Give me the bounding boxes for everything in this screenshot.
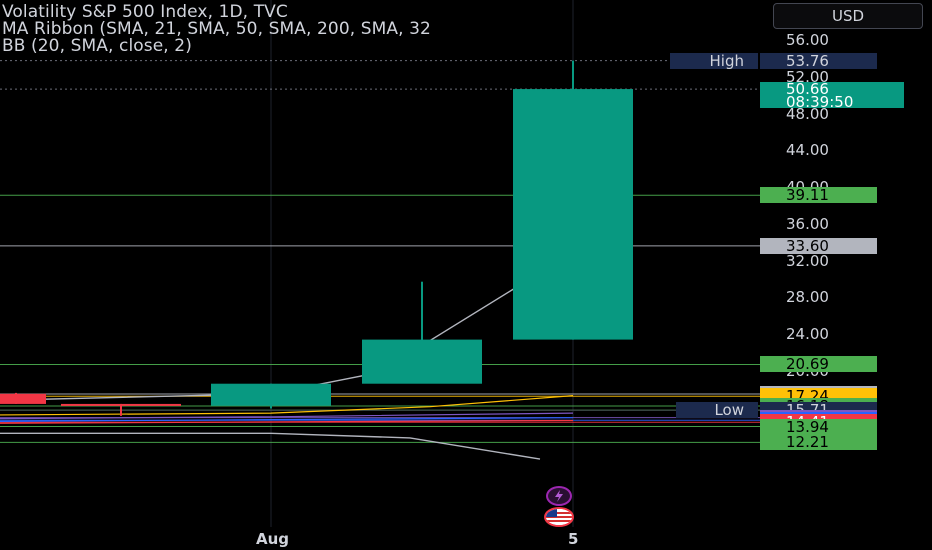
legend-bollinger-bands[interactable]: BB (20, SMA, close, 2) bbox=[2, 36, 192, 56]
price-badge-39.11: 39.11 bbox=[760, 187, 877, 204]
time-axis-label: Aug bbox=[256, 530, 290, 548]
indicator-lines bbox=[0, 60, 760, 460]
time-axis-label: 5 bbox=[568, 530, 579, 548]
price-badge-12.21: 12.21 bbox=[760, 434, 877, 451]
bb-lower-line bbox=[0, 432, 541, 460]
currency-button[interactable]: USD bbox=[773, 3, 923, 29]
bar-countdown: 08:39:50 bbox=[786, 93, 854, 112]
price-name-tag: High bbox=[670, 52, 758, 69]
price-name-tag: Low bbox=[676, 402, 758, 419]
candle-body-2024-07-31 bbox=[61, 403, 181, 406]
price-tick-label: 44.00 bbox=[786, 141, 829, 160]
price-tick-label: 56.00 bbox=[786, 31, 829, 49]
candle-body-2024-07-30 bbox=[0, 393, 46, 404]
price-badge-13.94: 13.94 bbox=[760, 418, 877, 435]
price-badge-33.60: 33.60 bbox=[760, 237, 877, 254]
price-tick-label: 36.00 bbox=[786, 214, 829, 233]
candles bbox=[0, 60, 633, 416]
price-badge-20.69: 20.69 bbox=[760, 356, 877, 373]
candle-body-2024-08-05 bbox=[513, 89, 633, 340]
us-flag-event-icon[interactable] bbox=[544, 507, 574, 527]
candle-body-2024-08-02 bbox=[362, 339, 482, 384]
price-badge-53.76: 53.76 bbox=[760, 52, 877, 69]
price-tick-label: 32.00 bbox=[786, 251, 829, 270]
flash-event-icon[interactable] bbox=[546, 486, 572, 506]
price-tick-label: 28.00 bbox=[786, 288, 829, 307]
current-price-badge: 50.66 08:39:50 bbox=[760, 82, 904, 112]
candle-body-2024-08-01 bbox=[211, 383, 331, 406]
price-tick-label: 24.00 bbox=[786, 325, 829, 344]
